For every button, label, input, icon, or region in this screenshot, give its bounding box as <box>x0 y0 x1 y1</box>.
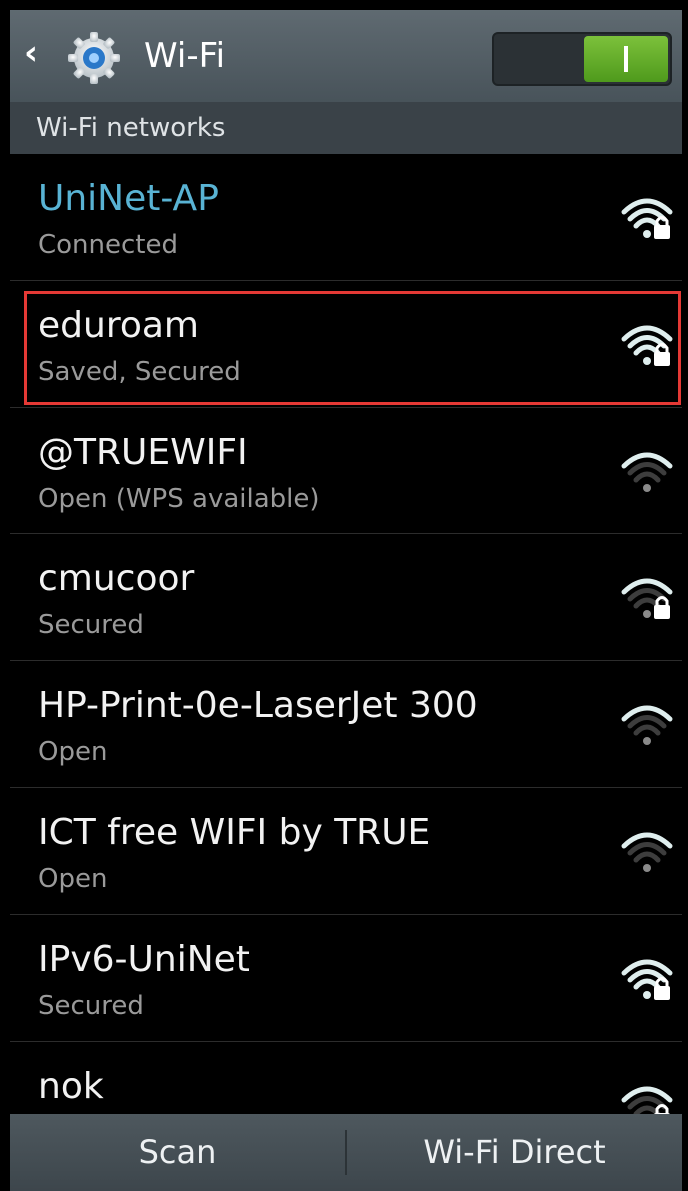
wifi-toggle[interactable] <box>492 32 672 86</box>
network-row[interactable]: @TRUEWIFI Open (WPS available) <box>10 408 682 535</box>
network-status: Open <box>38 863 108 894</box>
back-icon[interactable]: ‹ <box>24 36 38 70</box>
network-row[interactable]: IPv6-UniNet Secured <box>10 915 682 1042</box>
network-row[interactable]: ICT free WIFI by TRUE Open <box>10 788 682 915</box>
wifi-lock-icon <box>621 1086 673 1114</box>
network-status: Secured <box>38 610 144 641</box>
network-name: cmucoor <box>38 558 195 600</box>
network-status: Open (WPS available) <box>38 483 320 514</box>
page-title: Wi-Fi <box>144 36 226 76</box>
network-name: UniNet-AP <box>38 178 219 219</box>
network-row[interactable]: UniNet-AP Connected <box>10 154 682 281</box>
bottom-bar: Scan Wi-Fi Direct <box>10 1114 682 1191</box>
network-list: UniNet-AP Connected eduroam Saved, Secured @… <box>10 154 682 1114</box>
wifi-lock-icon <box>621 198 673 239</box>
network-name: ICT free WIFI by TRUE <box>38 811 431 853</box>
network-name: nok <box>38 1065 104 1107</box>
wifi-lock-icon <box>621 578 673 620</box>
wifi-lock-icon <box>621 959 673 1000</box>
wifi-icon <box>621 452 673 492</box>
network-row[interactable]: HP-Print-0e-LaserJet 300 Open <box>10 661 682 788</box>
network-status: Open <box>38 737 108 768</box>
network-status: Saved, Secured <box>38 356 241 387</box>
section-header: Wi-Fi networks <box>10 102 682 154</box>
network-name: @TRUEWIFI <box>38 431 248 473</box>
network-row[interactable]: cmucoor Secured <box>10 534 682 662</box>
action-bar: ‹ Wi-Fi <box>10 10 682 102</box>
network-name: HP-Print-0e-LaserJet 300 <box>38 685 478 727</box>
scan-button[interactable]: Scan <box>10 1114 345 1191</box>
network-name: IPv6-UniNet <box>38 938 250 980</box>
toggle-knob <box>584 36 668 82</box>
wifi-lock-icon <box>621 325 673 366</box>
wifi-direct-button[interactable]: Wi-Fi Direct <box>347 1114 682 1191</box>
settings-gear-icon[interactable] <box>64 28 124 88</box>
network-status: Secured <box>38 990 144 1021</box>
network-status: Connected <box>38 230 179 260</box>
wifi-icon <box>621 705 673 746</box>
wifi-icon <box>621 832 673 872</box>
network-row[interactable]: nok <box>10 1042 682 1114</box>
network-row[interactable]: eduroam Saved, Secured <box>10 281 682 408</box>
network-name: eduroam <box>38 304 199 346</box>
